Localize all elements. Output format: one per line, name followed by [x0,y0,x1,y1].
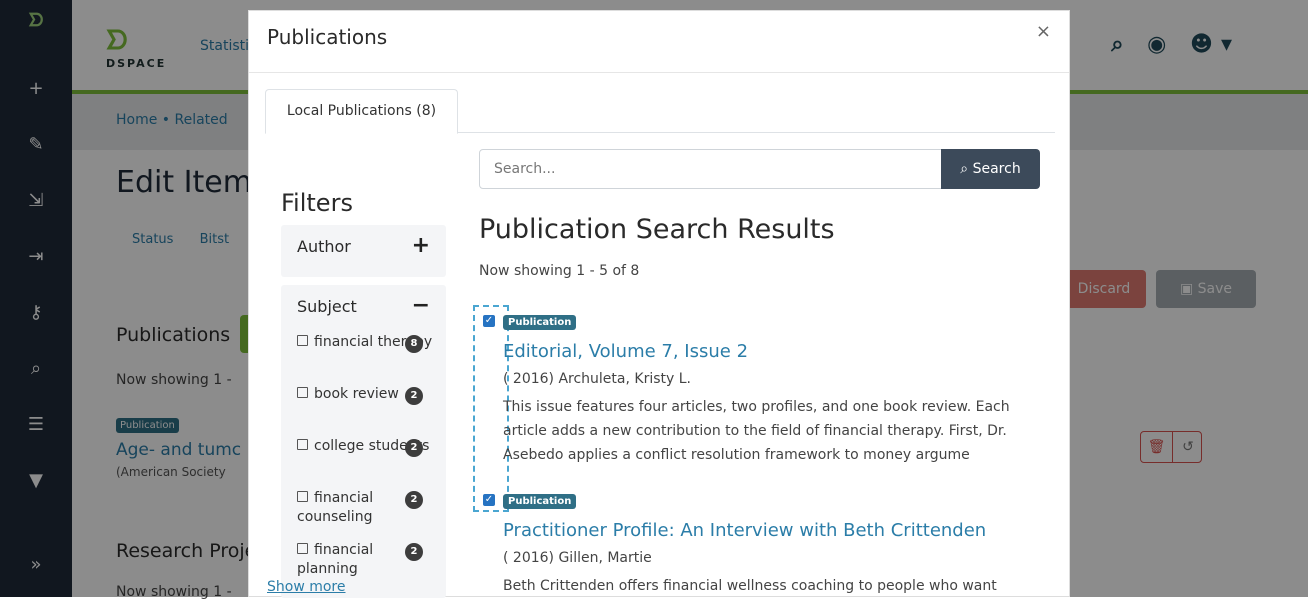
subject-option[interactable]: financial therapy 8 [297,333,437,353]
subject-option[interactable]: financial planning 2 [297,541,437,579]
result-meta: ( 2016) Gillen, Martie [503,550,652,566]
show-more-link[interactable]: Show more [267,579,346,595]
checkbox-icon[interactable] [297,439,308,450]
result-checkbox[interactable]: ✓ [483,494,495,506]
search-button-label: Search [972,161,1021,177]
result-type-badge: Publication [503,494,577,509]
checkbox-icon[interactable] [297,387,308,398]
modal-header: Publications × [249,11,1069,73]
result-type-badge: Publication [503,315,577,330]
checkbox-icon[interactable] [297,491,308,502]
subject-option-label: financial counseling [297,490,374,525]
collapse-minus-icon[interactable]: − [412,293,430,318]
subject-option-label: financial planning [297,542,374,577]
checkbox-icon[interactable] [297,543,308,554]
subject-count-badge: 2 [405,543,423,561]
results-count: Now showing 1 - 5 of 8 [479,263,640,279]
search-bar: ⌕ Search [479,149,1040,189]
result-meta: ( 2016) Archuleta, Kristy L. [503,371,691,387]
search-icon: ⌕ [960,161,973,177]
subject-count-badge: 8 [405,335,423,353]
result-checkbox[interactable]: ✓ [483,315,495,327]
filter-author[interactable]: Author + [281,225,446,277]
result-abstract: Beth Crittenden offers financial wellnes… [503,578,997,594]
subject-count-badge: 2 [405,439,423,457]
subject-count-badge: 2 [405,491,423,509]
subject-option[interactable]: college students 2 [297,437,437,457]
subject-option[interactable]: financial counseling 2 [297,489,437,527]
result-abstract: This issue features four articles, two p… [503,399,1010,463]
filters-heading: Filters [281,189,353,217]
result-title-link[interactable]: Practitioner Profile: An Interview with … [503,520,986,541]
result-title-link[interactable]: Editorial, Volume 7, Issue 2 [503,341,748,362]
search-input[interactable] [479,149,942,189]
filter-subject-label: Subject [297,297,357,316]
search-button[interactable]: ⌕ Search [941,149,1040,189]
expand-plus-icon[interactable]: + [412,233,430,258]
subject-option-label: book review [314,386,399,402]
checkbox-icon[interactable] [297,335,308,346]
modal-tabs: Local Publications (8) [265,89,1055,134]
close-icon[interactable]: × [1036,21,1051,42]
subject-count-badge: 2 [405,387,423,405]
results-heading: Publication Search Results [479,214,835,245]
modal-title: Publications [267,25,388,49]
tab-local-publications[interactable]: Local Publications (8) [265,89,458,134]
publications-modal: Publications × Local Publications (8) Fi… [248,10,1070,598]
filter-subject: Subject − financial therapy 8 book revie… [281,285,446,598]
subject-option[interactable]: book review 2 [297,385,437,405]
filter-author-label: Author [297,237,351,256]
